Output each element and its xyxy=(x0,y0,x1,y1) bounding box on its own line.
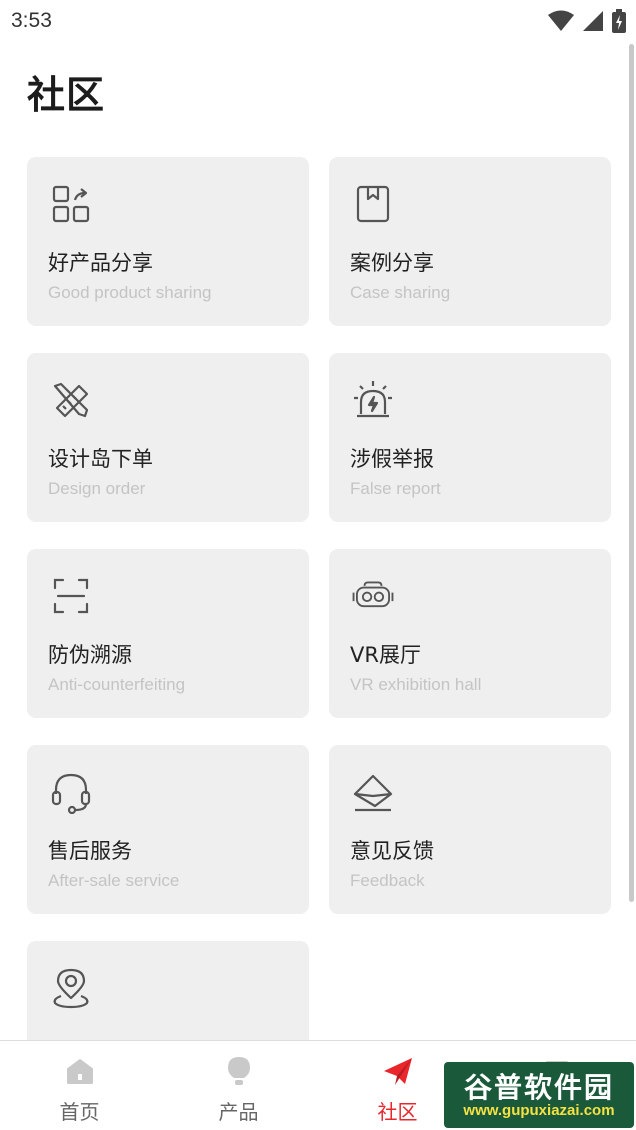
wifi-icon xyxy=(548,10,574,31)
tab-home[interactable]: 首页 xyxy=(0,1041,159,1130)
card-case-sharing[interactable]: 案例分享 Case sharing xyxy=(329,157,611,326)
card-subtitle: Feedback xyxy=(350,871,425,890)
card-vr-exhibition-hall[interactable]: VR展厅 VR exhibition hall xyxy=(329,549,611,718)
apps-share-icon xyxy=(52,185,90,223)
card-subtitle: False report xyxy=(350,479,441,498)
tab-label: 首页 xyxy=(59,1100,100,1124)
status-time: 3:53 xyxy=(11,9,52,32)
card-title: 售后服务 xyxy=(48,839,132,863)
location-pin-icon xyxy=(53,968,89,1009)
card-title: 涉假举报 xyxy=(350,447,434,471)
envelope-feedback-icon xyxy=(353,774,393,812)
card-title: 防伪溯源 xyxy=(48,643,132,667)
card-false-report[interactable]: 涉假举报 False report xyxy=(329,353,611,522)
card-title: 意见反馈 xyxy=(350,839,434,863)
paper-plane-icon xyxy=(383,1058,412,1085)
card-good-product-sharing[interactable]: 好产品分享 Good product sharing xyxy=(27,157,309,326)
status-bar: 3:53 xyxy=(0,0,636,44)
card-subtitle: Design order xyxy=(48,479,146,498)
page-title: 社区 xyxy=(27,73,106,117)
watermark-url: www.gupuxiazai.com xyxy=(463,1102,615,1119)
pencil-ruler-icon xyxy=(53,382,89,418)
card-design-order[interactable]: 设计岛下单 Design order xyxy=(27,353,309,522)
card-title: 案例分享 xyxy=(350,251,434,275)
headset-icon xyxy=(51,773,91,814)
alarm-siren-icon xyxy=(354,381,392,418)
card-subtitle: VR exhibition hall xyxy=(350,675,482,694)
scan-frame-icon xyxy=(53,578,89,614)
card-title: VR展厅 xyxy=(350,643,421,667)
card-title: 好产品分享 xyxy=(48,251,153,275)
tab-products[interactable]: 产品 xyxy=(159,1041,318,1130)
card-title: 设计岛下单 xyxy=(48,447,153,471)
card-subtitle: Anti-counterfeiting xyxy=(48,675,186,694)
home-icon xyxy=(66,1059,93,1084)
tab-label: 产品 xyxy=(218,1100,259,1124)
watermark-title: 谷普软件园 xyxy=(463,1071,614,1104)
vr-headset-icon xyxy=(352,581,394,608)
service-grid: 好产品分享 Good product sharing 案例分享 Case sha… xyxy=(0,140,636,1040)
status-icons xyxy=(548,9,626,33)
battery-icon xyxy=(612,9,626,33)
card-feedback[interactable]: 意见反馈 Feedback xyxy=(329,745,611,914)
cellular-signal-icon xyxy=(583,11,603,31)
card-subtitle: Case sharing xyxy=(350,283,451,302)
card-subtitle: Good product sharing xyxy=(48,283,212,302)
watermark-logo: 谷普软件园 www.gupuxiazai.com xyxy=(444,1062,634,1128)
card-anti-counterfeiting[interactable]: 防伪溯源 Anti-counterfeiting xyxy=(27,549,309,718)
card-subtitle: After-sale service xyxy=(48,871,180,890)
bulb-icon xyxy=(227,1057,250,1085)
card-location[interactable] xyxy=(27,941,309,1040)
card-after-sale-service[interactable]: 售后服务 After-sale service xyxy=(27,745,309,914)
bookmark-book-icon xyxy=(356,185,390,223)
